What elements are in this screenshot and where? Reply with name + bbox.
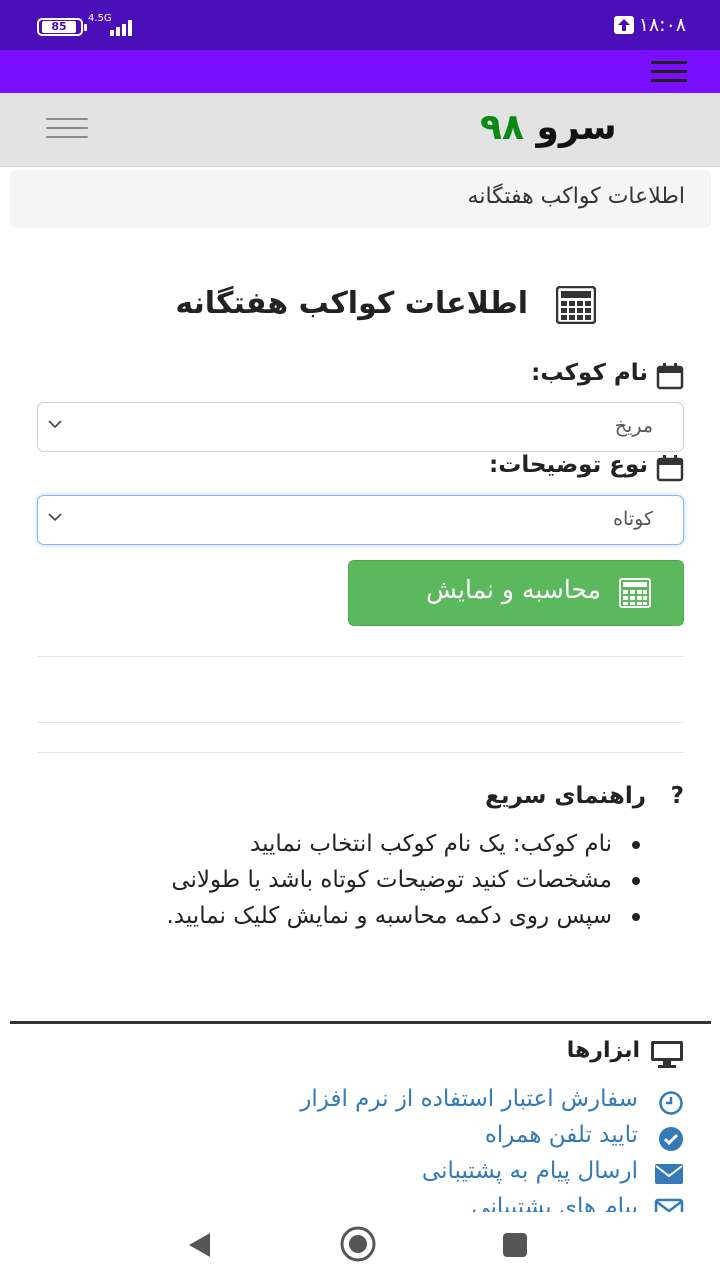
- recent-apps-icon[interactable]: [502, 1232, 528, 1258]
- section-divider: [10, 1021, 711, 1024]
- list-item: مشخصات کنید توضیحات کوتاه باشد یا طولانی: [120, 862, 640, 898]
- desc-select-value: کوتاه: [613, 508, 653, 530]
- calculator-icon: [556, 286, 596, 324]
- calculate-button[interactable]: محاسبه و نمایش: [348, 560, 684, 626]
- planet-label: نام کوکب:: [531, 360, 684, 390]
- desc-select[interactable]: کوتاه: [37, 495, 684, 545]
- page-title: اطلاعات کواکب هفتگانه: [120, 284, 600, 330]
- planet-select-value: مریخ: [614, 415, 653, 437]
- app-bar: [0, 50, 720, 93]
- chevron-down-icon: [48, 513, 62, 522]
- check-circle-icon: [659, 1127, 683, 1151]
- chevron-down-icon: [48, 420, 62, 429]
- desc-label: نوع توضیحات:: [489, 452, 684, 482]
- app-menu-icon[interactable]: [651, 61, 687, 83]
- divider: [37, 752, 684, 753]
- battery-icon: 85: [37, 18, 87, 36]
- tools-title: ابزارها: [567, 1038, 684, 1068]
- divider: [37, 722, 684, 723]
- list-item: نام کوکب: یک نام کوکب انتخاب نمایید: [120, 826, 640, 862]
- back-icon[interactable]: [186, 1231, 214, 1259]
- battery-level: 85: [42, 21, 76, 33]
- site-logo[interactable]: سرو ۹۸: [480, 107, 617, 148]
- breadcrumb-text: اطلاعات کواکب هفتگانه: [467, 184, 685, 209]
- calculate-button-label: محاسبه و نمایش: [426, 575, 601, 604]
- site-menu-icon[interactable]: [46, 118, 88, 142]
- system-nav-bar: [0, 1212, 720, 1280]
- signal-icon: [110, 20, 132, 36]
- guide-list: نام کوکب: یک نام کوکب انتخاب نمایید مشخص…: [120, 826, 640, 934]
- order-credit-link[interactable]: سفارش اعتبار استفاده از نرم افزار: [300, 1086, 684, 1115]
- logo-text: سرو: [536, 107, 617, 148]
- list-item: سپس روی دکمه محاسبه و نمایش کلیک نمایید.: [120, 898, 640, 934]
- guide-title: راهنمای سریع: [485, 783, 646, 809]
- planet-select[interactable]: مریخ: [37, 402, 684, 452]
- clock: ۱۸:۰۸: [638, 14, 686, 36]
- calendar-icon: [656, 455, 684, 482]
- clock-icon: [659, 1091, 683, 1115]
- upload-icon: [614, 16, 634, 34]
- send-support-message-link[interactable]: ارسال پیام به پشتیبانی: [422, 1158, 684, 1184]
- breadcrumb: اطلاعات کواکب هفتگانه: [10, 170, 711, 228]
- envelope-icon: [655, 1164, 683, 1184]
- monitor-icon: [651, 1041, 683, 1068]
- question-icon: ?: [670, 783, 684, 809]
- calculator-icon: [619, 578, 651, 608]
- page-title-text: اطلاعات کواکب هفتگانه: [175, 286, 528, 321]
- status-bar: ۱۸:۰۸ 85 4.5G: [0, 0, 720, 50]
- verify-phone-link[interactable]: تایید تلفن همراه: [485, 1122, 684, 1151]
- site-header: سرو ۹۸: [0, 93, 720, 167]
- calendar-icon: [656, 363, 684, 390]
- home-icon[interactable]: [339, 1225, 377, 1263]
- logo-number: ۹۸: [480, 107, 524, 148]
- divider: [37, 656, 684, 657]
